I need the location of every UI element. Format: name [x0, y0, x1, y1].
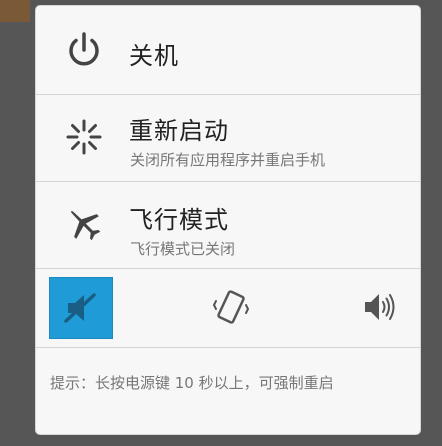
- speaker-icon: [365, 294, 395, 320]
- speaker-muted-icon: [64, 293, 96, 323]
- power-off-label: 关机: [129, 42, 179, 70]
- background-strip: [0, 0, 30, 22]
- vibrate-phone-icon: [212, 290, 250, 324]
- power-icon: [69, 32, 99, 66]
- power-menu-dialog: 关机 重新启动 关闭所有应用程序并重启手机 飞行模式 飞行模式已关闭 提示：长按…: [36, 6, 420, 434]
- vibrate-mode-button[interactable]: [200, 277, 262, 337]
- restart-description: 关闭所有应用程序并重启手机: [130, 151, 326, 169]
- restart-option[interactable]: 重新启动 关闭所有应用程序并重启手机: [36, 95, 420, 182]
- airplane-icon: [71, 211, 101, 241]
- sound-on-button[interactable]: [348, 277, 410, 337]
- airplane-mode-status: 飞行模式已关闭: [130, 240, 236, 258]
- power-off-option[interactable]: 关机: [36, 6, 420, 95]
- restart-label: 重新启动: [129, 117, 229, 145]
- airplane-mode-label: 飞行模式: [129, 206, 229, 234]
- force-restart-hint: 提示：长按电源键 10 秒以上，可强制重启: [50, 374, 334, 392]
- restart-icon: [66, 119, 102, 155]
- sound-mode-selector: [36, 269, 420, 348]
- silent-mode-button[interactable]: [49, 277, 113, 339]
- airplane-mode-option[interactable]: 飞行模式 飞行模式已关闭: [36, 182, 420, 269]
